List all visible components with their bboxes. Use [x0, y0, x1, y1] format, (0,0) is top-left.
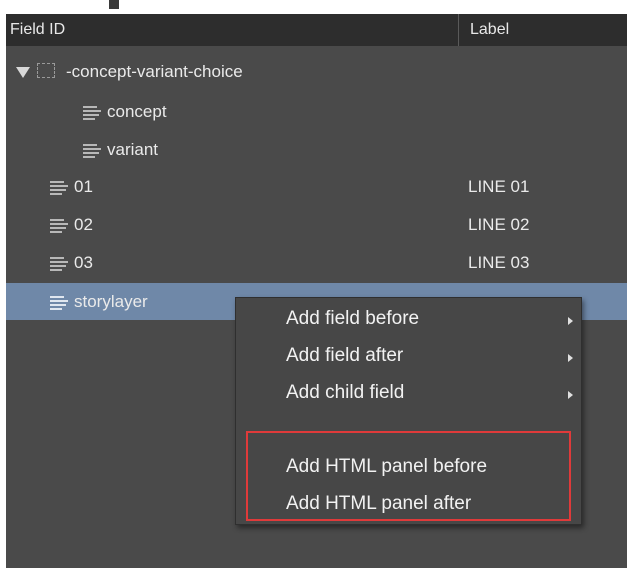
field-tree-panel: Field ID Label -concept-variant-choice c… [6, 0, 627, 568]
context-menu: Add field before Add field after Add chi… [235, 297, 582, 525]
tree-row-label: storylayer [74, 292, 148, 311]
expand-triangle-icon[interactable] [16, 67, 30, 78]
tree-row-label-cell: LINE 02 [468, 215, 530, 234]
tree-row-01[interactable]: 01 LINE 01 [6, 168, 627, 206]
field-lines-icon [50, 296, 68, 310]
menu-item-add-html-panel-after[interactable]: Add HTML panel after [236, 486, 581, 522]
menu-item-add-field-before[interactable]: Add field before [236, 301, 581, 337]
menu-item-label: Add child field [286, 382, 405, 403]
tree-row-03[interactable]: 03 LINE 03 [6, 244, 627, 282]
tree-row-label: 02 [74, 215, 93, 234]
top-strip [6, 0, 627, 14]
tree-row-variant[interactable]: variant [6, 131, 627, 169]
tree-row-label-cell: LINE 01 [468, 177, 530, 196]
tree-row-label: 03 [74, 253, 93, 272]
field-lines-icon [50, 257, 68, 271]
tree-row-label: variant [107, 140, 159, 159]
label-column-header[interactable]: Label [470, 21, 509, 39]
submenu-arrow-icon [568, 354, 573, 362]
tree-row-label: 01 [74, 177, 93, 196]
menu-item-add-child-field[interactable]: Add child field [236, 375, 581, 411]
menu-item-label: Add field after [286, 345, 404, 366]
menu-item-label: Add HTML panel after [286, 493, 472, 514]
menu-item-label: Add HTML panel before [286, 456, 488, 477]
top-strip-mark [109, 0, 119, 9]
menu-item-add-field-after[interactable]: Add field after [236, 338, 581, 374]
submenu-arrow-icon [568, 317, 573, 325]
folder-icon [37, 63, 55, 78]
column-header: Field ID Label [6, 14, 627, 46]
field-lines-icon [83, 106, 101, 120]
tree-row-concept-variant-choice[interactable]: -concept-variant-choice [6, 53, 627, 91]
submenu-arrow-icon [568, 391, 573, 399]
tree-row-02[interactable]: 02 LINE 02 [6, 206, 627, 244]
tree-row-label: -concept-variant-choice [66, 62, 243, 81]
field-lines-icon [83, 144, 101, 158]
tree-row-label: concept [107, 102, 167, 121]
field-id-column-header[interactable]: Field ID [10, 21, 65, 39]
menu-item-label: Add field before [286, 308, 420, 329]
tree-row-concept[interactable]: concept [6, 93, 627, 131]
field-lines-icon [50, 219, 68, 233]
tree-row-label-cell: LINE 03 [468, 253, 530, 272]
menu-item-add-html-panel-before[interactable]: Add HTML panel before [236, 449, 581, 485]
column-divider[interactable] [458, 14, 459, 46]
field-lines-icon [50, 181, 68, 195]
